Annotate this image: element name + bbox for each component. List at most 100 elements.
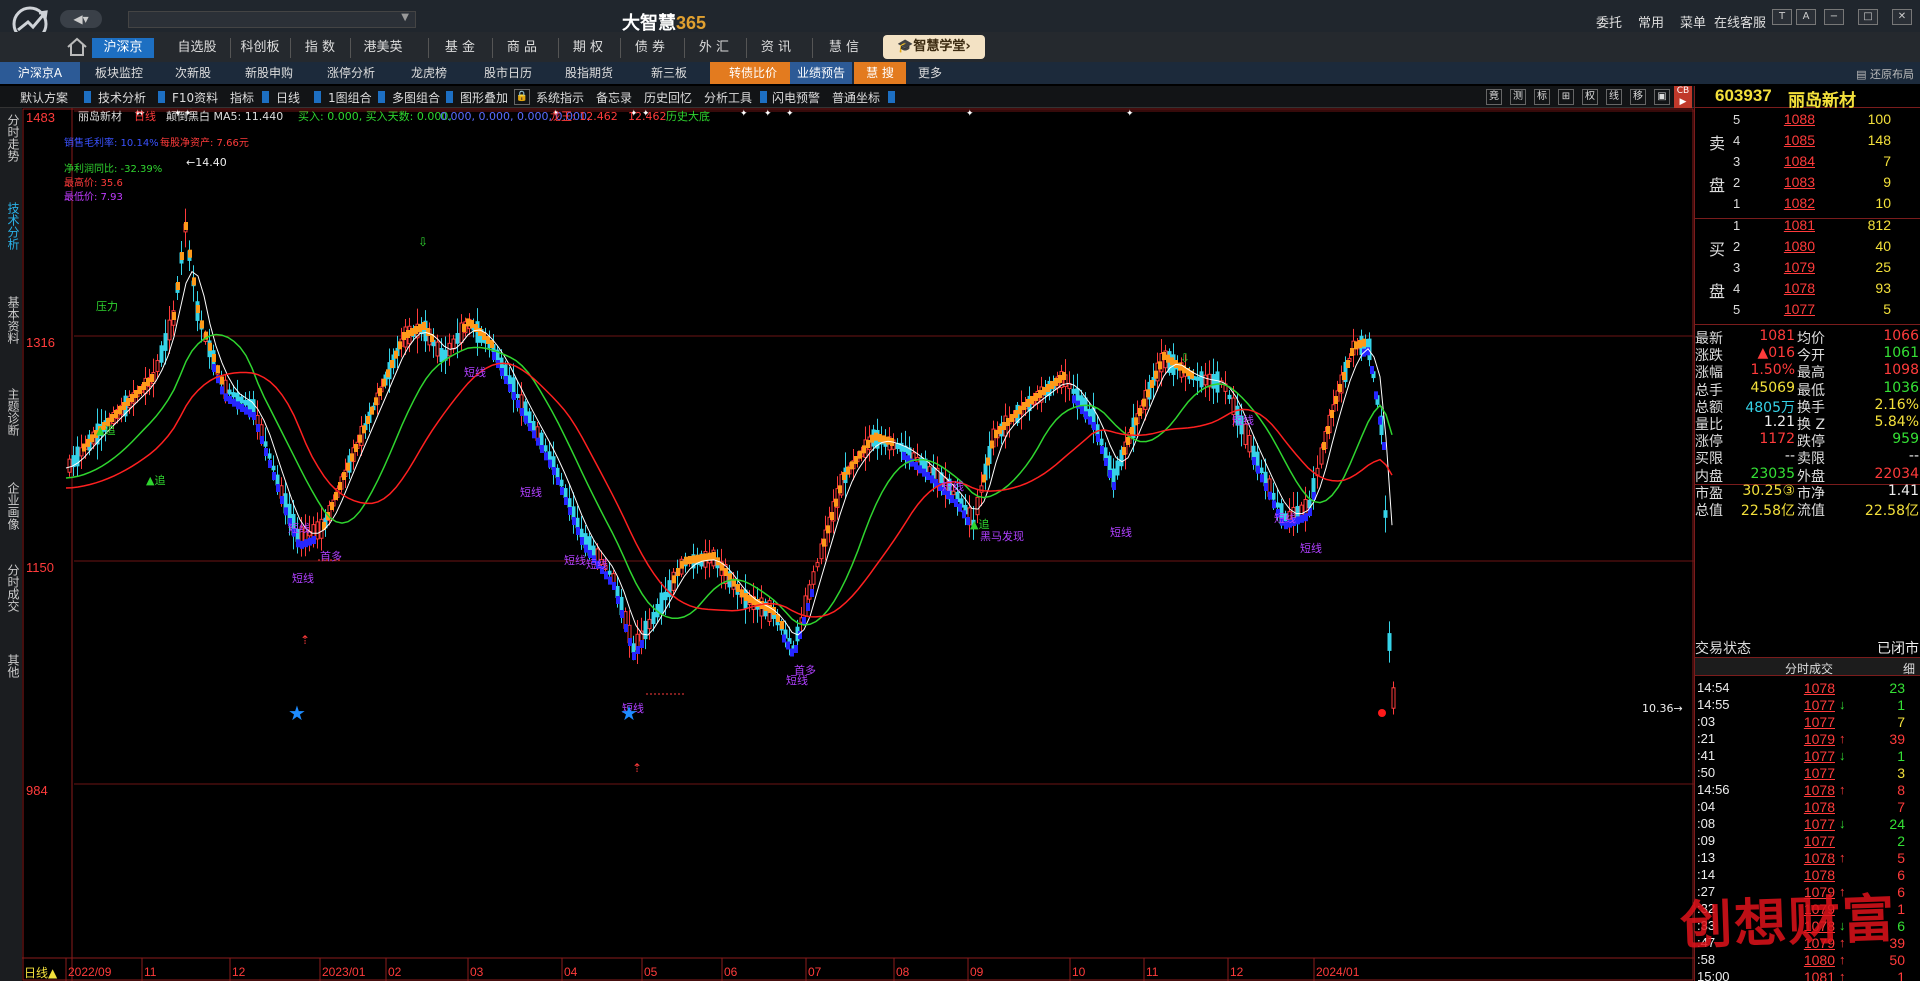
tab-forex[interactable]: 外 汇 [686,38,742,58]
subtab-ipo[interactable]: 新股申购 [230,62,308,84]
level-index: 5 [1733,302,1741,317]
tool-memo[interactable]: 备忘录 [596,89,632,106]
ask-row[interactable]: 2 1083 9 [1695,173,1920,194]
dropdown-icon[interactable] [84,91,91,103]
subtab-more[interactable]: 更多 [910,62,950,84]
dropdown-icon[interactable] [262,91,269,103]
menu-support[interactable]: 在线客服 [1714,12,1766,31]
dropdown-icon[interactable] [760,91,767,103]
subtab-index-futures[interactable]: 股指期货 [550,62,628,84]
subtab-convertible[interactable]: 转债比价 [710,62,796,84]
dropdown-icon[interactable] [446,91,453,103]
tab-watchlist[interactable]: 自选股 [166,38,228,58]
subtab-limit-up[interactable]: 涨停分析 [312,62,390,84]
tab-news[interactable]: 资 讯 [748,38,804,58]
line-icon[interactable]: 线 [1606,89,1622,105]
tool-system-hint[interactable]: 系统指示 [536,89,584,106]
ask-row[interactable]: 4 1085 148 [1695,131,1920,152]
bid-row[interactable]: 1 1081 812 [1695,216,1920,237]
tool-history-review[interactable]: 历史回忆 [644,89,692,106]
bid-icon[interactable]: 竟 [1486,89,1502,105]
tool-indicator[interactable]: 指标 [230,89,254,106]
restore-layout-button[interactable]: ▤ 还原布局 [1856,66,1914,82]
tab-bonds[interactable]: 债 券 [622,38,678,58]
grid-icon[interactable]: ⊞ [1558,89,1574,105]
kline-chart[interactable]: 压力▲追▲追▲追短线短线短线短线短线 短线短线短线短线短线短线短线短线首多首多黑马… [22,108,1694,981]
ask-row[interactable]: 3 1084 7 [1695,152,1920,173]
subtab-earnings[interactable]: 业绩预告 [790,62,852,84]
subtab-hushenjing-a[interactable]: 沪深京A [0,62,80,84]
subtab-new-stocks[interactable]: 次新股 [160,62,226,84]
dropdown-icon[interactable] [314,91,321,103]
kline-chart-area[interactable]: 压力 ▲追 ▲追 ▲追 短线 短线 短线 短线 短线 短线 短线 短线 短线 短线 短线 短线 短线 首多 首多 黑马… [22,108,1694,981]
uptrend-block [86,438,90,447]
uptrend-block [830,512,834,520]
tab-hk-us-uk[interactable]: 港美英 [354,38,412,58]
menu-common[interactable]: 常用 [1638,12,1664,31]
menu-main[interactable]: 菜单 [1680,12,1706,31]
tool-overlay[interactable]: 图形叠加 [460,89,508,106]
ticks-detail-button[interactable]: 细 [1903,660,1915,677]
window-icon[interactable]: ▣ [1654,89,1670,105]
minimize-icon[interactable]: − [1824,9,1844,25]
uptrend-block [1150,380,1154,388]
rights-icon[interactable]: 权 [1582,89,1598,105]
address-bar[interactable]: ▼ [128,11,416,28]
chart-header-dragon: 龙王: 12.462 [550,110,618,123]
dropdown-icon[interactable] [888,91,895,103]
move-icon[interactable]: 移 [1630,89,1646,105]
tool-flash-alert[interactable]: 闪电预警 [772,89,820,106]
tool-one-chart[interactable]: 1图组合 [328,89,372,106]
vtab-basic-info[interactable]: 基本资料 [3,296,20,344]
tab-fund[interactable]: 基 金 [432,38,488,58]
maximize-icon[interactable]: □ [1858,9,1878,25]
bid-row[interactable]: 4 1078 93 [1695,279,1920,300]
tab-star-market[interactable]: 科创板 [232,38,288,58]
measure-icon[interactable]: 测 [1510,89,1526,105]
close-icon[interactable]: ✕ [1892,9,1912,25]
tab-huixin[interactable]: 慧 信 [816,38,872,58]
subtab-neeq[interactable]: 新三板 [632,62,706,84]
mark-icon[interactable]: 标 [1534,89,1550,105]
dropdown-icon[interactable] [378,91,385,103]
uptrend-block [994,430,998,438]
back-forward-button[interactable]: ◀▾ [60,10,102,28]
subtab-sector-monitor[interactable]: 板块监控 [82,62,156,84]
downtrend-block [252,412,256,420]
dropdown-icon[interactable] [158,91,165,103]
subtab-calendar[interactable]: 股市日历 [468,62,548,84]
tool-default-scheme[interactable]: 默认方案 [20,89,68,106]
menu-order[interactable]: 委托 [1596,12,1622,31]
tool-f10[interactable]: F10资料 [172,89,218,106]
subtab-dragon-tiger[interactable]: 龙虎榜 [394,62,464,84]
downtrend-block [1264,483,1268,491]
tick-volume: 39 [1889,731,1905,747]
bid-row[interactable]: 5 1077 5 [1695,300,1920,321]
tool-normal-axis[interactable]: 普通坐标 [832,89,880,106]
ask-row[interactable]: 1 1082 10 [1695,194,1920,215]
bid-row[interactable]: 2 1080 40 [1695,237,1920,258]
vtab-theme-diagnosis[interactable]: 主题诊断 [3,388,20,436]
tab-commodity[interactable]: 商 品 [494,38,550,58]
vtab-other[interactable]: 其他 [3,654,20,678]
lock-icon[interactable]: 🔒 [514,89,530,105]
tab-index[interactable]: 指 数 [292,38,348,58]
vtab-tech-analysis[interactable]: 技术分析 [3,202,20,250]
ask-row[interactable]: 5 1088 100 [1695,110,1920,131]
tool-daily[interactable]: 日线 [276,89,300,106]
academy-button[interactable]: 🎓智慧学堂› [883,35,985,59]
tab-options[interactable]: 期 权 [560,38,616,58]
tool-icon[interactable]: T [1772,9,1792,25]
home-icon[interactable] [66,37,88,57]
tab-hushenjing[interactable]: 沪深京 [92,38,154,58]
tool-multi-chart[interactable]: 多图组合 [392,89,440,106]
tool-analysis-tools[interactable]: 分析工具 [704,89,752,106]
font-icon[interactable]: A [1796,9,1816,25]
vtab-company-profile[interactable]: 企业画像 [3,482,20,530]
vtab-intraday[interactable]: 分时走势 [3,114,20,162]
period-selector[interactable]: 日线▲ [24,966,58,980]
tool-tech-analysis[interactable]: 技术分析 [98,89,146,106]
vtab-trade-detail[interactable]: 分时成交 [3,564,20,612]
subtab-search[interactable]: 慧 搜 [854,62,906,84]
bid-row[interactable]: 3 1079 25 [1695,258,1920,279]
